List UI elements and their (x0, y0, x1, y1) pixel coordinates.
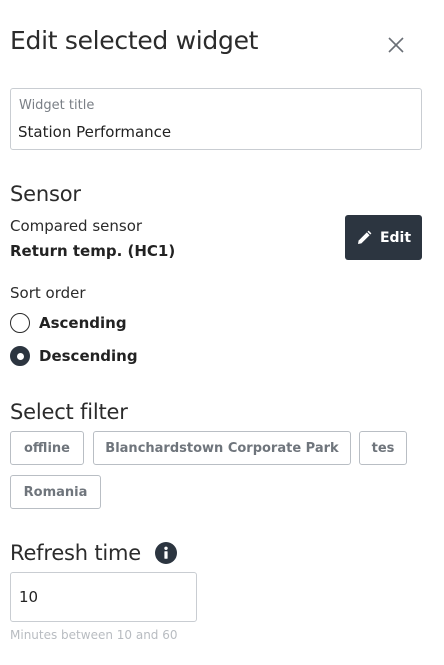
pencil-icon (357, 230, 372, 244)
sort-option-ascending[interactable]: Ascending (10, 313, 127, 333)
select-filter-heading: Select filter (10, 400, 128, 424)
compared-sensor-label: Compared sensor (10, 217, 143, 235)
radio-unchecked-icon (10, 313, 30, 333)
info-icon[interactable] (155, 542, 177, 564)
panel-title: Edit selected widget (10, 26, 259, 55)
edit-sensor-button[interactable]: Edit (345, 215, 422, 260)
sort-option-label: Ascending (39, 314, 127, 332)
edit-widget-panel: Edit selected widget Widget title Sensor… (0, 0, 444, 665)
sort-option-descending[interactable]: Descending (10, 346, 138, 366)
filter-chip[interactable]: tes (359, 431, 407, 465)
refresh-time-hint: Minutes between 10 and 60 (10, 628, 178, 642)
edit-button-label: Edit (379, 229, 412, 246)
widget-title-field[interactable]: Widget title (10, 88, 422, 150)
refresh-time-input[interactable] (10, 572, 197, 622)
widget-title-label: Widget title (19, 98, 95, 113)
compared-sensor-value: Return temp. (HC1) (10, 242, 176, 260)
info-glyph-icon (164, 546, 168, 559)
sort-order-label: Sort order (10, 284, 86, 302)
sensor-heading: Sensor (10, 182, 81, 206)
radio-checked-icon (10, 346, 30, 366)
filter-chip[interactable]: offline (10, 431, 84, 465)
close-icon (388, 37, 404, 53)
filter-chip[interactable]: Blanchardstown Corporate Park (93, 431, 351, 465)
widget-title-input[interactable] (18, 120, 413, 144)
sort-option-label: Descending (39, 347, 138, 365)
filter-chip[interactable]: Romania (10, 475, 101, 509)
refresh-time-heading: Refresh time (10, 541, 142, 565)
close-button[interactable] (383, 32, 409, 58)
